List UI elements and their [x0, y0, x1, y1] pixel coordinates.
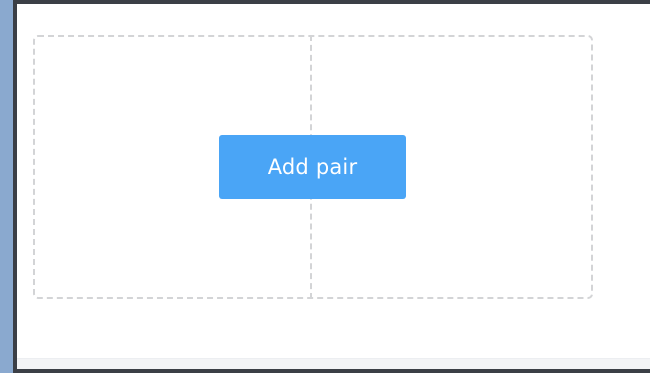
app-window: Add pair — [13, 0, 650, 373]
footer-strip — [17, 358, 650, 369]
add-pair-button[interactable]: Add pair — [219, 135, 406, 199]
editor-panel: Add pair — [17, 4, 650, 369]
